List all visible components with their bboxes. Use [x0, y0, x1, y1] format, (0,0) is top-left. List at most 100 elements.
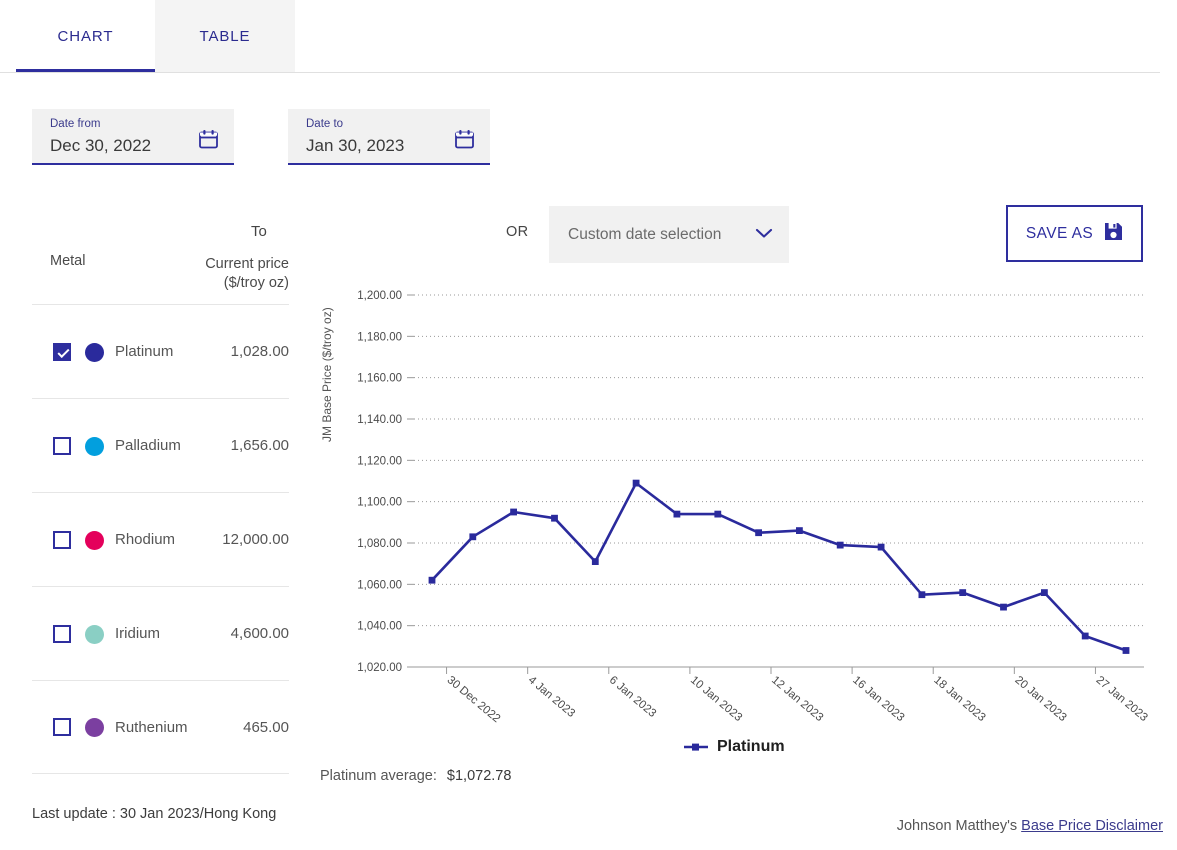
metal-checkbox-palladium[interactable]: [53, 437, 71, 455]
tab-table-label: TABLE: [200, 28, 251, 45]
metal-checkbox-ruthenium[interactable]: [53, 718, 71, 736]
column-header-metal: Metal: [50, 253, 85, 269]
data-point-marker: [959, 589, 966, 596]
data-point-marker: [919, 591, 926, 598]
y-tick-label: 1,180.00: [357, 331, 402, 343]
data-point-marker: [1082, 633, 1089, 640]
y-tick-label: 1,080.00: [357, 538, 402, 550]
metal-color-dot: [85, 437, 104, 456]
metal-checkbox-platinum[interactable]: [53, 343, 71, 361]
metal-row[interactable]: Palladium1,656.00: [32, 398, 289, 492]
calendar-icon[interactable]: [199, 129, 218, 149]
data-point-marker: [510, 509, 517, 516]
data-point-marker: [1000, 604, 1007, 611]
x-tick-label: 4 Jan 2023: [526, 674, 577, 720]
metal-price: 1,028.00: [119, 343, 289, 360]
metal-price: 4,600.00: [119, 625, 289, 642]
metal-price: 465.00: [119, 719, 289, 736]
x-tick-label: 20 Jan 2023: [1012, 674, 1068, 724]
data-point-marker: [469, 533, 476, 540]
y-tick-label: 1,120.00: [357, 455, 402, 467]
date-to-label: Date to: [306, 117, 478, 131]
data-point-marker: [714, 511, 721, 518]
or-separator: OR: [506, 224, 528, 240]
legend-label: Platinum: [717, 738, 785, 756]
x-tick-label: 12 Jan 2023: [769, 674, 825, 724]
metal-color-dot: [85, 625, 104, 644]
date-to-field[interactable]: Date to Jan 30, 2023: [288, 109, 490, 165]
date-from-field[interactable]: Date from Dec 30, 2022: [32, 109, 234, 165]
tab-active-indicator: [16, 69, 155, 72]
metal-row[interactable]: Ruthenium465.00: [32, 680, 289, 774]
x-tick-label: 10 Jan 2023: [688, 674, 744, 724]
data-point-marker: [551, 515, 558, 522]
data-point-marker: [837, 542, 844, 549]
data-point-marker: [592, 558, 599, 565]
metal-row[interactable]: Rhodium12,000.00: [32, 492, 289, 586]
x-tick-label: 16 Jan 2023: [850, 674, 906, 724]
metal-checkbox-iridium[interactable]: [53, 625, 71, 643]
save-as-label: SAVE AS: [1026, 225, 1093, 243]
data-point-marker: [1041, 589, 1048, 596]
chart-legend-platinum[interactable]: Platinum: [683, 738, 785, 756]
x-tick-label: 18 Jan 2023: [931, 674, 987, 724]
y-tick-label: 1,100.00: [357, 497, 402, 509]
y-tick-label: 1,060.00: [357, 579, 402, 591]
metal-color-dot: [85, 343, 104, 362]
average-value: $1,072.78: [447, 768, 512, 784]
x-tick-label: 6 Jan 2023: [607, 674, 658, 720]
last-update: Last update : 30 Jan 2023/Hong Kong: [32, 806, 276, 822]
date-from-label: Date from: [50, 117, 222, 131]
data-point-marker: [633, 480, 640, 487]
tab-chart-label: CHART: [58, 28, 114, 45]
footer-disclaimer: Johnson Matthey's Base Price Disclaimer: [897, 818, 1163, 834]
price-chart-page: CHART TABLE Date from Dec 30, 2022 To: [0, 0, 1177, 850]
metal-table-header: Metal Current price ($/troy oz): [32, 240, 289, 304]
metal-price: 1,656.00: [119, 437, 289, 454]
floppy-disk-save-icon: [1104, 222, 1123, 246]
custom-date-selection-value: Custom date selection: [568, 226, 755, 244]
metal-price: 12,000.00: [119, 531, 289, 548]
metal-row[interactable]: Iridium4,600.00: [32, 586, 289, 680]
column-header-price: Current price: [129, 253, 289, 275]
last-update-value: 30 Jan 2023/Hong Kong: [120, 806, 276, 822]
custom-date-selection-dropdown[interactable]: Custom date selection: [549, 206, 789, 263]
save-as-button[interactable]: SAVE AS: [1006, 205, 1143, 262]
chart-area: JM Base Price ($/troy oz) 1,020.001,040.…: [318, 270, 1163, 790]
date-from-value: Dec 30, 2022: [50, 132, 222, 160]
filter-row: Date from Dec 30, 2022 To Date to Jan 30…: [0, 95, 1177, 190]
metal-row-list: Platinum1,028.00Palladium1,656.00Rhodium…: [32, 304, 289, 774]
tab-chart[interactable]: CHART: [16, 0, 155, 72]
date-range-separator: To: [251, 223, 267, 240]
y-tick-label: 1,200.00: [357, 290, 402, 302]
y-tick-label: 1,140.00: [357, 414, 402, 426]
metal-selection-panel: Metal Current price ($/troy oz) Platinum…: [32, 240, 289, 774]
tabbar: CHART TABLE: [0, 0, 1160, 73]
chevron-down-icon: [755, 226, 773, 244]
y-tick-label: 1,160.00: [357, 373, 402, 385]
data-point-marker: [878, 544, 885, 551]
metal-color-dot: [85, 531, 104, 550]
data-point-marker: [755, 529, 762, 536]
data-point-marker: [1123, 647, 1130, 654]
disclaimer-prefix: Johnson Matthey's: [897, 818, 1017, 834]
data-point-marker: [674, 511, 681, 518]
line-chart[interactable]: 1,020.00 1,040.00 1,060.00 1,080.00 1,100.00…: [318, 270, 1163, 730]
legend-marker-icon: [683, 742, 709, 752]
x-tick-label: 30 Dec 2022: [445, 674, 503, 725]
average-label: Platinum average:: [320, 768, 437, 784]
y-tick-label: 1,040.00: [357, 621, 402, 633]
metal-checkbox-rhodium[interactable]: [53, 531, 71, 549]
metal-row[interactable]: Platinum1,028.00: [32, 304, 289, 398]
date-to-value: Jan 30, 2023: [306, 132, 478, 160]
base-price-disclaimer-link[interactable]: Base Price Disclaimer: [1021, 818, 1163, 834]
x-tick-label: 27 Jan 2023: [1094, 674, 1150, 724]
calendar-icon[interactable]: [455, 129, 474, 149]
metal-color-dot: [85, 718, 104, 737]
platinum-average: Platinum average: $1,072.78: [320, 768, 511, 784]
tab-table[interactable]: TABLE: [155, 0, 295, 72]
y-tick-label: 1,020.00: [357, 662, 402, 674]
last-update-label: Last update :: [32, 806, 116, 822]
data-point-marker: [796, 527, 803, 534]
column-header-unit: ($/troy oz): [129, 275, 289, 291]
